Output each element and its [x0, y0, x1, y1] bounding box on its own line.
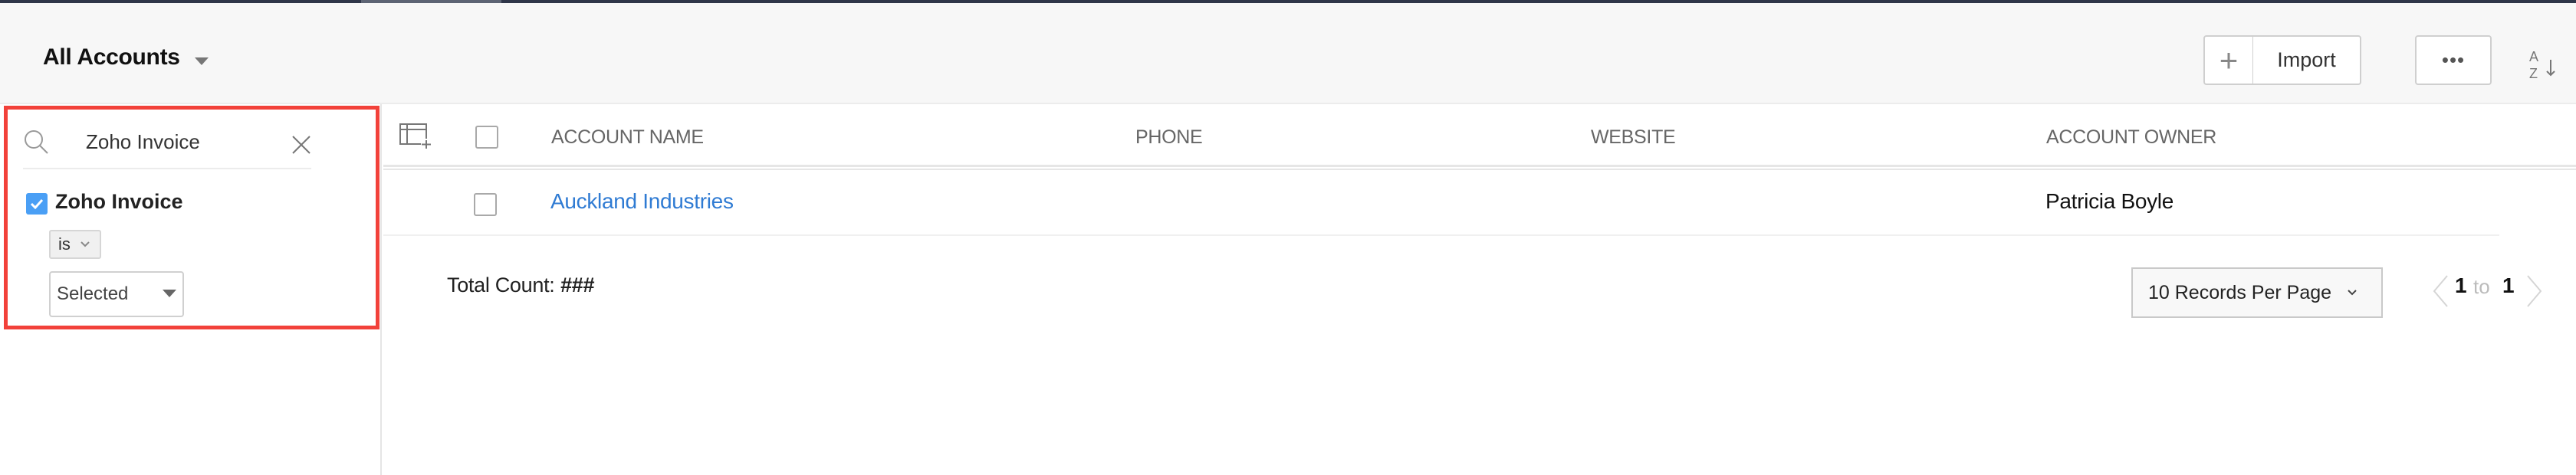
chevron-down-icon [2348, 290, 2357, 296]
column-header-account-name[interactable]: ACCOUNT NAME [551, 126, 704, 149]
filter-search-input[interactable]: Zoho Invoice [86, 130, 200, 154]
svg-text:A: A [2529, 49, 2538, 64]
chevron-down-icon [80, 241, 90, 247]
chevron-right-icon [2527, 275, 2542, 307]
account-name-link[interactable]: Auckland Industries [550, 189, 734, 214]
select-all-checkbox[interactable] [475, 126, 498, 149]
column-header-phone[interactable]: PHONE [1135, 126, 1203, 149]
more-icon: ••• [2441, 48, 2466, 71]
filter-field-label[interactable]: Zoho Invoice [55, 190, 183, 214]
view-selector-label[interactable]: All Accounts [43, 44, 180, 70]
more-actions-button[interactable]: ••• [2415, 35, 2492, 85]
table-header-row [383, 106, 2576, 165]
total-count: Total Count: ### [447, 274, 594, 297]
checkmark-icon [30, 198, 44, 209]
search-icon [23, 129, 49, 155]
search-underline [23, 168, 311, 169]
row-divider [383, 234, 2499, 236]
row-checkbox[interactable] [474, 193, 497, 216]
next-page-button[interactable] [2526, 274, 2543, 308]
manage-columns-icon[interactable] [399, 123, 432, 149]
filter-value: Selected [57, 283, 129, 304]
column-header-account-owner[interactable]: ACCOUNT OWNER [2046, 126, 2216, 149]
page-range-start: 1 [2455, 274, 2467, 297]
filter-checkbox[interactable] [26, 193, 48, 215]
page-range-separator: to [2473, 275, 2490, 298]
plus-icon: + [2219, 41, 2239, 78]
previous-page-button[interactable] [2432, 274, 2449, 308]
svg-text:Z: Z [2529, 66, 2538, 80]
filter-operator-select[interactable]: is [49, 230, 101, 259]
caret-down-icon [163, 290, 176, 297]
close-icon[interactable] [291, 135, 311, 155]
sort-az-icon[interactable]: A Z [2528, 48, 2558, 81]
chevron-left-icon [2433, 275, 2448, 307]
per-page-value: 10 Records Per Page [2148, 281, 2332, 303]
import-button[interactable]: Import [2252, 35, 2361, 85]
page-header [0, 3, 2576, 104]
caret-down-icon[interactable] [195, 57, 209, 65]
column-header-website[interactable]: WEBSITE [1591, 126, 1676, 149]
total-count-value[interactable]: ### [560, 274, 594, 296]
header-divider [383, 169, 2576, 170]
account-owner-cell: Patricia Boyle [2045, 189, 2174, 213]
create-account-button[interactable]: + [2203, 35, 2254, 85]
records-per-page-select[interactable]: 10 Records Per Page [2131, 267, 2383, 318]
operator-value: is [58, 234, 71, 254]
total-count-label: Total Count: [447, 274, 555, 296]
page-range-end: 1 [2502, 274, 2515, 297]
header-divider [383, 165, 2576, 167]
